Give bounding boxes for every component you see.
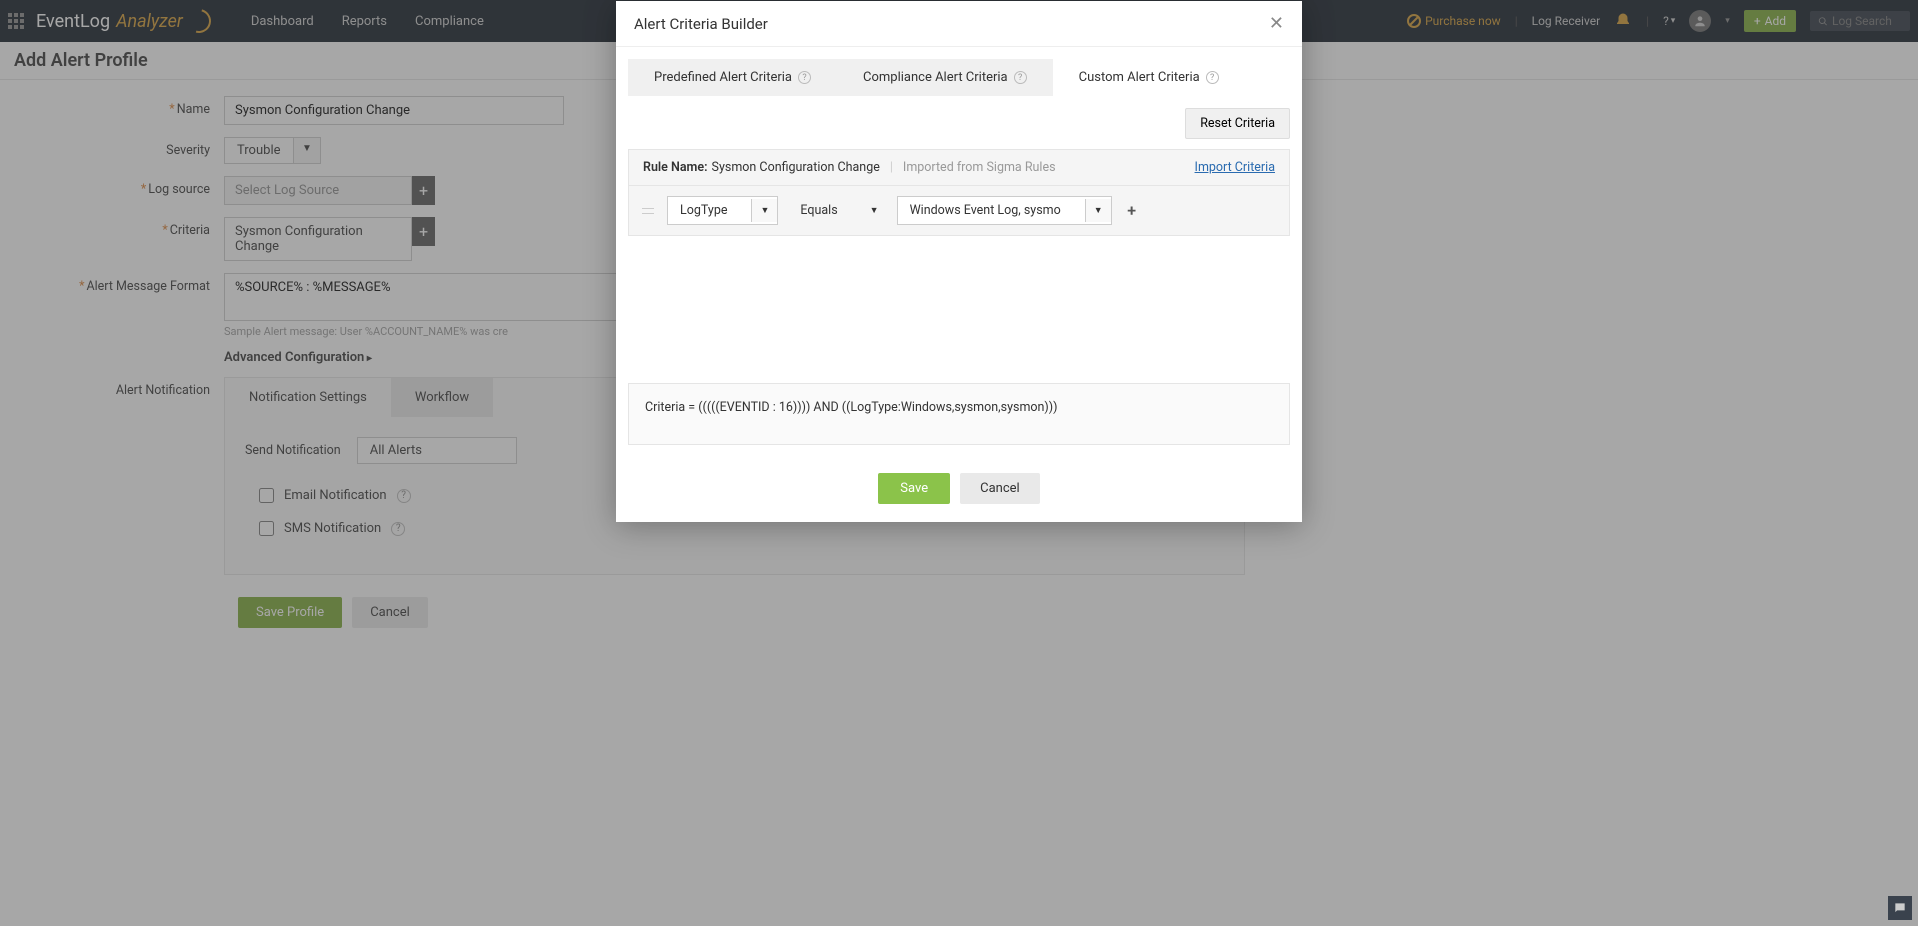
help-icon[interactable]: ? xyxy=(798,71,811,84)
rule-bar: Rule Name: Sysmon Configuration Change |… xyxy=(628,149,1290,186)
rule-name-label: Rule Name: xyxy=(643,160,708,175)
chat-icon xyxy=(1893,901,1907,915)
modal-title: Alert Criteria Builder xyxy=(634,15,1269,33)
alert-criteria-builder-modal: Alert Criteria Builder ✕ Predefined Aler… xyxy=(616,1,1302,522)
chevron-down-icon: ▼ xyxy=(1085,199,1111,222)
tab-compliance-criteria[interactable]: Compliance Alert Criteria ? xyxy=(837,59,1053,96)
help-icon[interactable]: ? xyxy=(1206,71,1219,84)
criteria-value-select[interactable]: Windows Event Log, sysmo ▼ xyxy=(897,196,1112,225)
reset-criteria-button[interactable]: Reset Criteria xyxy=(1185,108,1290,139)
chevron-down-icon: ▼ xyxy=(751,199,777,222)
criteria-condition-row: LogType ▼ Equals ▼ Windows Event Log, sy… xyxy=(628,186,1290,236)
add-condition-button[interactable]: + xyxy=(1122,201,1142,221)
chevron-down-icon: ▼ xyxy=(862,199,887,222)
criteria-field-select[interactable]: LogType ▼ xyxy=(667,196,778,225)
tab-custom-criteria[interactable]: Custom Alert Criteria ? xyxy=(1053,59,1245,96)
modal-overlay: Alert Criteria Builder ✕ Predefined Aler… xyxy=(0,0,1918,926)
tree-handle-icon xyxy=(639,206,657,216)
help-icon[interactable]: ? xyxy=(1014,71,1027,84)
rule-name-value: Sysmon Configuration Change xyxy=(712,160,880,175)
import-criteria-link[interactable]: Import Criteria xyxy=(1195,160,1275,175)
chat-fab[interactable] xyxy=(1888,896,1912,920)
tab-predefined-criteria[interactable]: Predefined Alert Criteria ? xyxy=(628,59,837,96)
cancel-button[interactable]: Cancel xyxy=(960,473,1040,504)
save-button[interactable]: Save xyxy=(878,473,950,504)
imported-text: Imported from Sigma Rules xyxy=(903,160,1056,175)
criteria-expression-box: Criteria = (((((EVENTID : 16)))) AND ((L… xyxy=(628,383,1290,445)
close-icon[interactable]: ✕ xyxy=(1269,13,1284,34)
criteria-operator-select[interactable]: Equals ▼ xyxy=(788,197,886,224)
divider: | xyxy=(890,160,893,175)
